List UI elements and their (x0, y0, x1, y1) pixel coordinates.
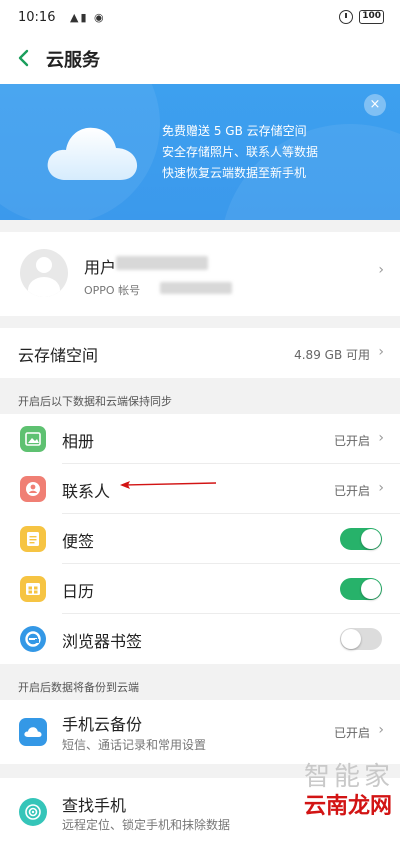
sync-row-bookmarks: 浏览器书签 (0, 614, 400, 664)
chevron-right-icon: › (378, 344, 384, 360)
battery-icon: 100 (359, 10, 384, 24)
sync-item-title: 日历 (62, 582, 95, 601)
account-name: 用户 (84, 258, 117, 277)
back-icon[interactable] (14, 48, 34, 68)
backup-title: 手机云备份 (62, 715, 143, 734)
redacted-id (160, 282, 232, 294)
backup-row[interactable]: 手机云备份 短信、通话记录和常用设置 已开启 › (0, 700, 400, 764)
annotation-arrow (120, 481, 217, 489)
section-gap (0, 316, 400, 328)
banner-line: 安全存储照片、联系人等数据 (162, 145, 319, 159)
sync-item-status: 已开启 (333, 434, 370, 448)
page-title: 云服务 (46, 50, 100, 71)
sync-section-label: 开启后以下数据和云端保持同步 (18, 395, 172, 408)
cloud-icon (47, 127, 138, 180)
sync-item-title: 浏览器书签 (62, 632, 143, 651)
banner-line: 免费赠送 5 GB 云存储空间 (162, 124, 307, 138)
status-time: 10:16 (18, 10, 56, 25)
status-bar: 10:16 ▲▮ ◉ 100 (0, 0, 400, 36)
sync-row-notes: 便签 (0, 514, 400, 564)
status-right: 100 (339, 10, 384, 24)
avatar (20, 249, 68, 297)
close-icon[interactable]: × (364, 94, 386, 116)
sync-item-title: 便签 (62, 532, 95, 551)
banner-text: 免费赠送 5 GB 云存储空间 安全存储照片、联系人等数据 快速恢复云端数据至新… (162, 121, 318, 184)
sync-row-calendar: 日历 (0, 564, 400, 614)
account-row[interactable]: 用户 OPPO 帐号 › (0, 232, 400, 316)
alarm-icon (339, 10, 354, 24)
browser-icon (20, 626, 46, 652)
calendar-toggle[interactable] (340, 578, 382, 600)
find-phone-icon (19, 798, 47, 826)
chevron-right-icon: › (378, 722, 384, 738)
calendar-icon (20, 576, 46, 602)
storage-title: 云存储空间 (18, 346, 99, 365)
notes-toggle[interactable] (340, 528, 382, 550)
sync-item-title: 联系人 (62, 482, 111, 501)
backup-section-label: 开启后数据将备份到云端 (18, 681, 139, 694)
sync-item-title: 相册 (62, 432, 95, 451)
watermark-bottom: 云南龙网 (303, 794, 392, 819)
chevron-right-icon: › (378, 262, 384, 278)
contact-icon (20, 476, 46, 502)
chevron-right-icon: › (378, 430, 384, 446)
backup-status: 已开启 (333, 726, 370, 740)
bookmarks-toggle[interactable] (340, 628, 382, 650)
nav-bar: 云服务 (0, 36, 400, 80)
photo-icon (20, 426, 46, 452)
redacted-name (116, 256, 208, 270)
note-icon (20, 526, 46, 552)
sync-item-status: 已开启 (333, 484, 370, 498)
storage-value: 4.89 GB 可用 (294, 348, 370, 362)
sync-row-photos[interactable]: 相册 已开启 › (0, 414, 400, 464)
cloud-backup-icon (19, 718, 47, 746)
storage-row[interactable]: 云存储空间 4.89 GB 可用 › (0, 328, 400, 378)
section-gap (0, 220, 400, 232)
signal-icon: ▲▮ ◉ (70, 11, 106, 24)
promo-banner[interactable]: 免费赠送 5 GB 云存储空间 安全存储照片、联系人等数据 快速恢复云端数据至新… (0, 84, 400, 220)
backup-sub: 短信、通话记录和常用设置 (62, 738, 207, 752)
account-sub: OPPO 帐号 (84, 284, 141, 297)
find-sub: 远程定位、锁定手机和抹除数据 (62, 818, 231, 832)
banner-line: 快速恢复云端数据至新手机 (162, 166, 307, 180)
chevron-right-icon: › (378, 480, 384, 496)
find-title: 查找手机 (62, 796, 127, 815)
